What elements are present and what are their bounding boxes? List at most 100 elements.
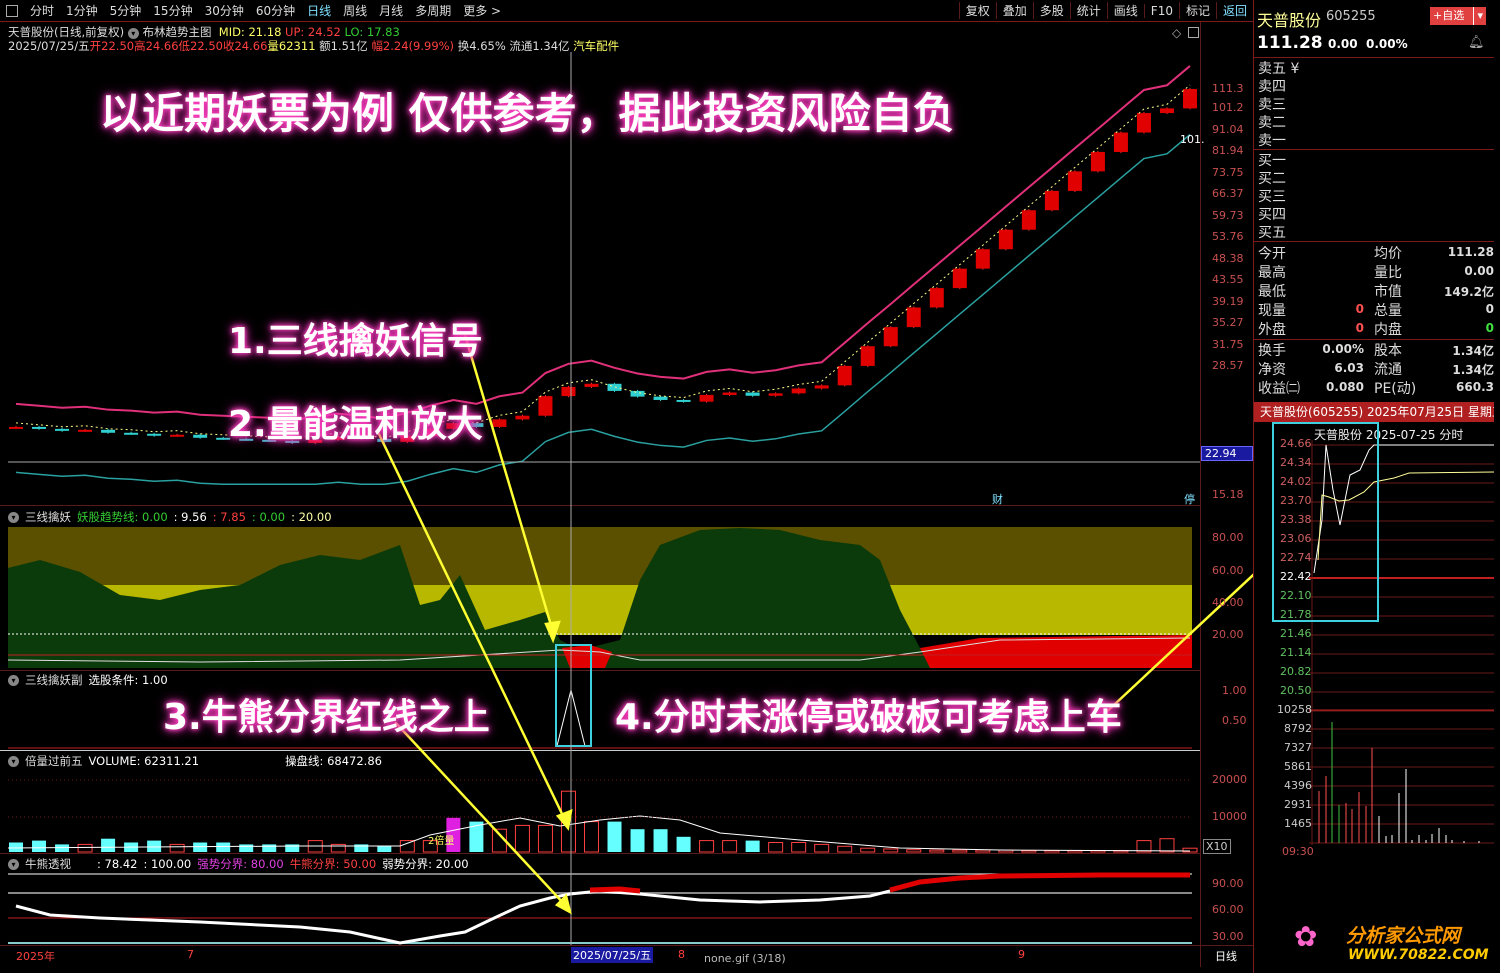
volume-bar [837, 845, 853, 853]
candle [32, 426, 47, 429]
dropdown-icon[interactable]: ▾ [8, 511, 19, 523]
volume-bar [262, 844, 277, 852]
indicator-name[interactable]: 倍量过前五 [25, 753, 83, 769]
intraday-price-label: 23.06 [1280, 532, 1312, 545]
quote-panel: 天普股份 605255 +自选 ▾ 111.28 0.00 0.00% 🔔︎ 卖五… [1253, 0, 1500, 973]
dropdown-icon[interactable]: ▾ [8, 755, 19, 767]
stat-row: 现量 0 总量 0 [1258, 300, 1494, 319]
stock-code: 605255 [1326, 9, 1376, 24]
stat-value: 0.00 [1464, 264, 1494, 278]
ask-level[interactable]: 卖一 [1258, 130, 1494, 149]
bollinger-lower [15, 133, 1191, 486]
candle [699, 394, 714, 402]
candle [1159, 108, 1174, 114]
candle [1044, 190, 1059, 211]
candle [745, 392, 760, 396]
add-watchlist-button[interactable]: +自选 ▾ [1430, 7, 1486, 25]
bid-level[interactable]: 买四 [1258, 204, 1494, 223]
value: : 7.85 [212, 510, 246, 524]
candle [814, 385, 829, 389]
price-axis-label: 91.04 [1212, 122, 1244, 136]
indicator-name[interactable]: 三线擒妖副 [25, 672, 83, 688]
layout-toggle-icon[interactable] [1188, 27, 1199, 38]
stat-label: 换手 [1258, 343, 1286, 359]
stat-label: 内盘 [1374, 322, 1402, 338]
price-axis-label: 43.55 [1212, 273, 1244, 287]
volume-bar [32, 840, 47, 852]
stat-value: 0.080 [1326, 380, 1364, 394]
volume-bar [929, 849, 945, 853]
volume-unit: X10 [1203, 839, 1231, 854]
status-text: none.gif (3/18) [704, 952, 786, 965]
stock-name: 天普股份 [1257, 11, 1322, 30]
volume-bar [676, 836, 691, 852]
ask-level[interactable]: 卖三 [1258, 94, 1494, 113]
stat-row: 外盘 0 内盘 0 [1258, 319, 1494, 338]
volume-bar [653, 829, 668, 852]
candle [515, 415, 530, 420]
candle [78, 429, 93, 432]
intraday-price-label: 20.50 [1280, 684, 1312, 697]
price-axis-label: 101.2 [1212, 101, 1244, 115]
candle [906, 307, 921, 328]
bid-level[interactable]: 买一 [1258, 150, 1494, 169]
diamond-icon[interactable]: ◇ [1172, 26, 1181, 40]
dropdown-icon[interactable]: ▾ [8, 858, 19, 870]
indicator-name[interactable]: 牛熊透视 [25, 856, 71, 872]
last-candle-label: 101. [1180, 133, 1205, 146]
finance-marker[interactable]: 财 [992, 491, 1003, 507]
axis-label: 60.00 [1212, 564, 1244, 577]
volume-bar [169, 843, 185, 853]
suspend-marker[interactable]: 停 [1184, 491, 1195, 507]
bid-level[interactable]: 买二 [1258, 168, 1494, 187]
price-axis-label: 39.19 [1212, 294, 1244, 308]
axis-label: 30.00 [1212, 930, 1244, 943]
intraday-volume-label: 1465 [1284, 817, 1312, 830]
value: : 0.00 [251, 510, 286, 524]
indicator-name[interactable]: 三线擒妖 [25, 509, 71, 525]
intraday-volume-label: 5861 [1284, 760, 1312, 773]
stat-value: 1.34亿 [1452, 344, 1494, 358]
stat-label: 收益㈡ [1258, 381, 1300, 397]
bid-level[interactable]: 买三 [1258, 186, 1494, 205]
double-volume-tag: 2倍量 [428, 836, 455, 847]
intraday-header[interactable]: 天普股份(605255) 2025年07月25日 星期五 [1254, 402, 1494, 422]
stat-value: 149.2亿 [1444, 285, 1494, 299]
candle [860, 346, 875, 366]
candle [952, 268, 967, 289]
volume-bar [745, 840, 760, 852]
volume-bar [722, 840, 738, 853]
operation-line-value: 操盘线: 68472.86 [285, 754, 382, 768]
current-price-tag: 22.94 [1201, 446, 1253, 461]
bid-level[interactable]: 买五 [1258, 222, 1494, 241]
stat-label: 现量 [1258, 303, 1286, 319]
bull-bear-header: ▾ 牛熊透视 : 78.42: 100.00 强势分界: 80.00 牛熊分界:… [8, 856, 469, 872]
stat-row: 最低 市值 149.2亿 [1258, 281, 1494, 300]
chevron-down-icon[interactable]: ▾ [1473, 7, 1486, 25]
chart-canvas[interactable] [0, 0, 1253, 973]
strong-boundary: 强势分界: 80.00 [197, 857, 284, 871]
stat-label: 均价 [1374, 246, 1402, 262]
price-axis-label: 31.75 [1212, 337, 1244, 351]
candle [1021, 210, 1036, 230]
intraday-price-label: 22.42 [1280, 570, 1312, 583]
stat-label: 外盘 [1258, 322, 1286, 338]
candle [607, 383, 622, 391]
candle [55, 428, 70, 431]
ask-level[interactable]: 卖二 [1258, 112, 1494, 131]
ask-level[interactable]: 卖四 [1258, 76, 1494, 95]
value: : 78.42 [97, 857, 138, 871]
axis-label: 90.00 [1212, 877, 1244, 890]
volume-bar [607, 821, 622, 852]
sanxian-panel-fills [7, 527, 1192, 668]
bell-icon[interactable]: 🔔︎ [1468, 35, 1485, 50]
volume-bar [1021, 849, 1037, 853]
volume-bar [399, 840, 415, 853]
dropdown-icon[interactable]: ▾ [8, 674, 19, 686]
candle [170, 434, 185, 437]
stat-label: 市值 [1374, 284, 1402, 300]
ask-level[interactable]: 卖五 ¥ [1258, 58, 1494, 77]
candle [768, 393, 783, 396]
stat-value: 0 [1485, 321, 1494, 335]
intraday-price-label: 24.66 [1280, 437, 1312, 450]
